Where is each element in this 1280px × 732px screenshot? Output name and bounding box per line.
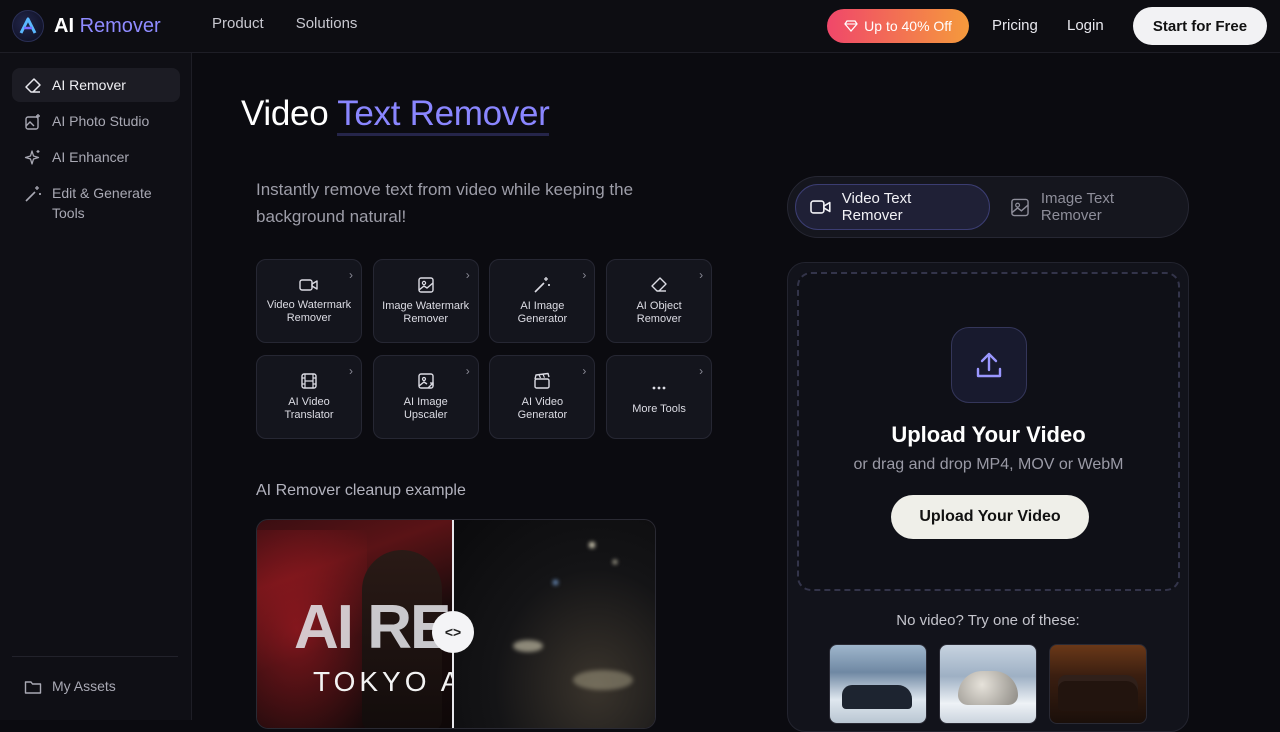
pricing-link[interactable]: Pricing bbox=[992, 17, 1038, 34]
upload-dropzone[interactable]: Upload Your Video or drag and drop MP4, … bbox=[797, 272, 1180, 591]
image-icon bbox=[417, 277, 434, 293]
sidebar-item-label: AI Remover bbox=[52, 77, 126, 93]
sidebar-item-label: AI Photo Studio bbox=[52, 113, 150, 129]
image-icon bbox=[1011, 198, 1029, 217]
magic-wand-icon bbox=[534, 277, 551, 293]
tool-label: AI Object Remover bbox=[636, 300, 682, 325]
sidebar-divider bbox=[12, 656, 178, 657]
sidebar: AI Remover AI Photo Studio AI Enhancer E… bbox=[0, 53, 192, 720]
tool-ai-video-generator[interactable]: › AI Video Generator bbox=[489, 355, 596, 439]
video-icon bbox=[299, 279, 318, 291]
image-upscale-icon bbox=[417, 373, 434, 389]
sidebar-item-ai-remover[interactable]: AI Remover bbox=[12, 68, 180, 102]
tool-label: AI Image Generator bbox=[517, 300, 568, 325]
clapperboard-icon bbox=[534, 372, 551, 389]
chevron-right-icon: › bbox=[349, 364, 353, 378]
image-sparkle-icon bbox=[25, 114, 40, 130]
example-overlay-caption: TOKYO AF bbox=[313, 666, 453, 697]
page-title: Video Text Remover bbox=[241, 94, 550, 136]
mode-switch: Video Text Remover Image Text Remover bbox=[787, 176, 1189, 238]
example-overlay-text: AI RE bbox=[294, 593, 451, 662]
nav-product[interactable]: Product bbox=[212, 15, 264, 32]
nav-solutions[interactable]: Solutions bbox=[296, 15, 358, 32]
video-icon bbox=[810, 200, 831, 214]
promo-badge[interactable]: Up to 40% Off bbox=[827, 9, 969, 43]
chevron-right-icon: › bbox=[349, 268, 353, 282]
eraser-icon bbox=[651, 277, 667, 292]
film-icon bbox=[301, 373, 317, 389]
tool-video-watermark-remover[interactable]: › Video Watermark Remover bbox=[256, 259, 362, 343]
tool-more-tools[interactable]: › More Tools bbox=[606, 355, 713, 439]
sample-video-thumbnail[interactable] bbox=[939, 644, 1037, 724]
tool-grid: › Video Watermark Remover › Image Waterm… bbox=[256, 259, 713, 439]
diamond-icon bbox=[844, 20, 858, 32]
chevron-right-icon: › bbox=[465, 364, 470, 378]
tool-ai-object-remover[interactable]: › AI Object Remover bbox=[606, 259, 713, 343]
tool-label: AI Video Translator bbox=[284, 396, 334, 421]
page-subtitle: Instantly remove text from video while k… bbox=[256, 180, 634, 226]
top-bar: AI Remover Product Solutions Up to 40% O… bbox=[0, 0, 1280, 53]
sample-video-thumbnail[interactable] bbox=[829, 644, 927, 724]
logo[interactable]: AI Remover bbox=[12, 10, 161, 42]
upload-title: Upload Your Video bbox=[891, 422, 1086, 447]
tab-image-text-remover[interactable]: Image Text Remover bbox=[996, 184, 1186, 230]
tool-image-watermark-remover[interactable]: › Image Watermark Remover bbox=[372, 259, 479, 343]
tool-label: AI Video Generator bbox=[517, 396, 568, 421]
tool-ai-image-generator[interactable]: › AI Image Generator bbox=[489, 259, 596, 343]
example-label: AI Remover cleanup example bbox=[256, 482, 466, 499]
tab-video-text-remover[interactable]: Video Text Remover bbox=[795, 184, 990, 230]
sidebar-item-ai-photo-studio[interactable]: AI Photo Studio bbox=[12, 104, 180, 138]
sidebar-item-label: My Assets bbox=[52, 678, 116, 694]
tool-label: More Tools bbox=[632, 402, 686, 415]
chevron-right-icon: › bbox=[699, 268, 704, 282]
before-after-example: AI RE TOKYO AF <> bbox=[256, 519, 656, 729]
chevron-right-icon: › bbox=[582, 268, 587, 282]
upload-icon bbox=[951, 327, 1027, 403]
start-for-free-button[interactable]: Start for Free bbox=[1133, 7, 1267, 45]
tool-label: AI Image Upscaler bbox=[403, 396, 448, 421]
more-icon bbox=[652, 386, 666, 389]
sidebar-item-label: AI Enhancer bbox=[52, 149, 130, 165]
tab-label: Image Text Remover bbox=[1040, 190, 1114, 224]
sparkle-icon bbox=[24, 150, 40, 165]
tool-label: Image Watermark Remover bbox=[382, 300, 470, 325]
sample-video-thumbnail[interactable] bbox=[1049, 644, 1147, 724]
sidebar-item-label: Edit & Generate Tools bbox=[52, 185, 152, 221]
sidebar-item-ai-enhancer[interactable]: AI Enhancer bbox=[12, 140, 180, 174]
main-nav: Product Solutions bbox=[212, 15, 357, 32]
chevron-right-icon: › bbox=[465, 268, 470, 282]
sidebar-item-my-assets[interactable]: My Assets bbox=[12, 669, 180, 703]
chevron-right-icon: › bbox=[699, 364, 704, 378]
eraser-icon bbox=[25, 78, 41, 93]
logo-icon bbox=[12, 10, 44, 42]
example-after-image bbox=[453, 520, 655, 728]
upload-subtitle: or drag and drop MP4, MOV or WebM bbox=[853, 456, 1124, 473]
chevron-right-icon: › bbox=[582, 364, 587, 378]
tab-label: Video Text Remover bbox=[841, 190, 912, 224]
tool-ai-video-translator[interactable]: › AI Video Translator bbox=[256, 355, 362, 439]
compare-slider-handle[interactable]: <> bbox=[432, 611, 474, 653]
login-link[interactable]: Login bbox=[1067, 17, 1104, 34]
magic-wand-icon bbox=[25, 186, 41, 202]
sample-videos bbox=[829, 644, 1147, 724]
folder-icon bbox=[24, 681, 42, 694]
tool-ai-image-upscaler[interactable]: › AI Image Upscaler bbox=[372, 355, 479, 439]
tool-label: Video Watermark Remover bbox=[266, 299, 352, 324]
sample-videos-label: No video? Try one of these: bbox=[896, 612, 1080, 629]
promo-label: Up to 40% Off bbox=[864, 18, 952, 34]
upload-video-button[interactable]: Upload Your Video bbox=[891, 495, 1089, 539]
brand-name: AI Remover bbox=[54, 14, 161, 37]
upload-card: Upload Your Video or drag and drop MP4, … bbox=[787, 262, 1189, 732]
sidebar-item-edit-generate-tools[interactable]: Edit & Generate Tools bbox=[12, 176, 180, 230]
